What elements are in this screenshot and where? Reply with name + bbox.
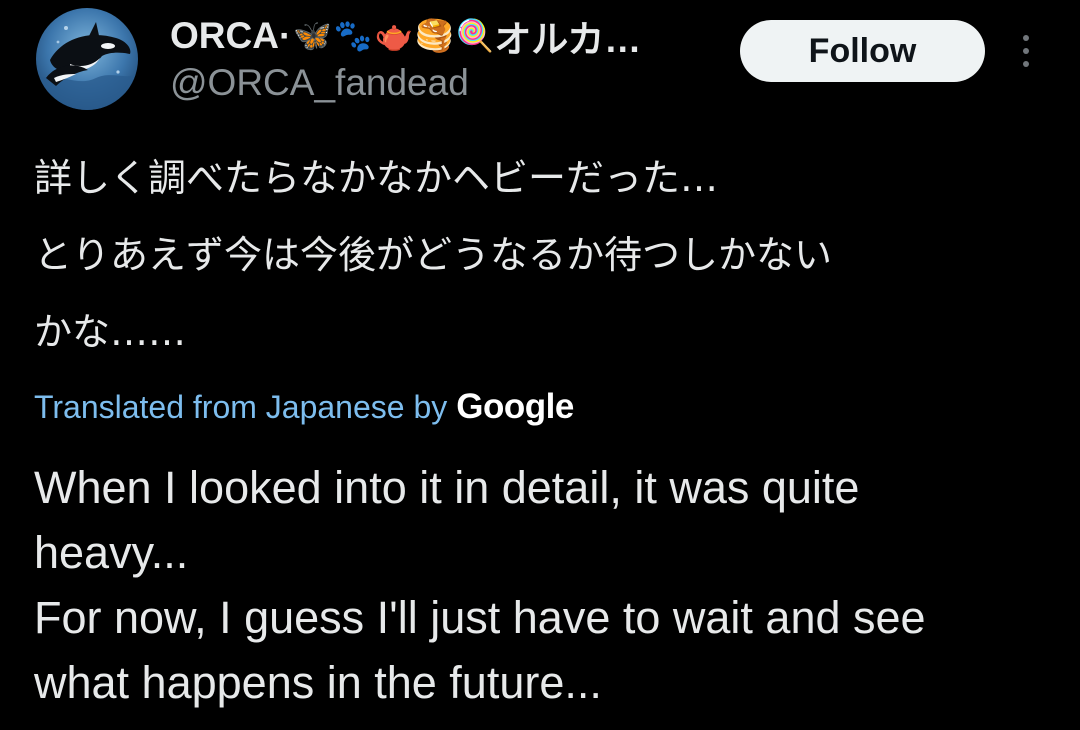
avatar[interactable] [36, 8, 138, 110]
display-name-text: ORCA· [170, 15, 292, 56]
translation-line: For now, I guess I'll just have to wait … [34, 592, 926, 643]
google-logo: Google [456, 387, 574, 426]
post-line: 詳しく調べたらなかなかヘビーだった… [34, 156, 719, 200]
post-line: かな…… [34, 310, 187, 354]
paw-prints-emoji-icon: 🐾 [333, 17, 373, 54]
pancakes-emoji-icon: 🥞 [415, 17, 454, 54]
teapot-emoji-icon: 🫖 [374, 17, 414, 54]
display-name[interactable]: ORCA· 🦋 🐾 🫖 🥞 🍭 オルカ… [170, 10, 715, 62]
more-options-button[interactable] [1010, 26, 1042, 76]
follow-button[interactable]: Follow [740, 20, 985, 82]
orca-avatar-icon [36, 8, 138, 110]
translation-line: heavy... [34, 527, 189, 578]
more-vertical-icon-dot [1023, 61, 1029, 67]
more-vertical-icon-dot [1023, 48, 1029, 54]
translated-from-link[interactable]: Translated from Japanese by [34, 389, 447, 426]
display-name-suffix: オルカ… [494, 19, 642, 60]
post-translation-text: When I looked into it in detail, it was … [34, 455, 1064, 715]
tweet: ORCA· 🦋 🐾 🫖 🥞 🍭 オルカ… @ORCA_fandead Follo… [0, 0, 1080, 730]
translation-line: what happens in the future... [34, 657, 602, 708]
translation-credit: Translated from Japanese by Google [34, 382, 574, 432]
user-handle[interactable]: @ORCA_fandead [170, 62, 469, 104]
post-original-text: 詳しく調べたらなかなかヘビーだった… とりあえず今は今後がどうなるか待つしかない… [34, 140, 1064, 371]
lollipop-emoji-icon: 🍭 [455, 17, 495, 54]
more-vertical-icon [1023, 35, 1029, 41]
butterfly-emoji-icon: 🦋 [293, 17, 332, 54]
post-line: とりあえず今は今後がどうなるか待つしかない [34, 233, 833, 277]
translation-line: When I looked into it in detail, it was … [34, 462, 860, 513]
